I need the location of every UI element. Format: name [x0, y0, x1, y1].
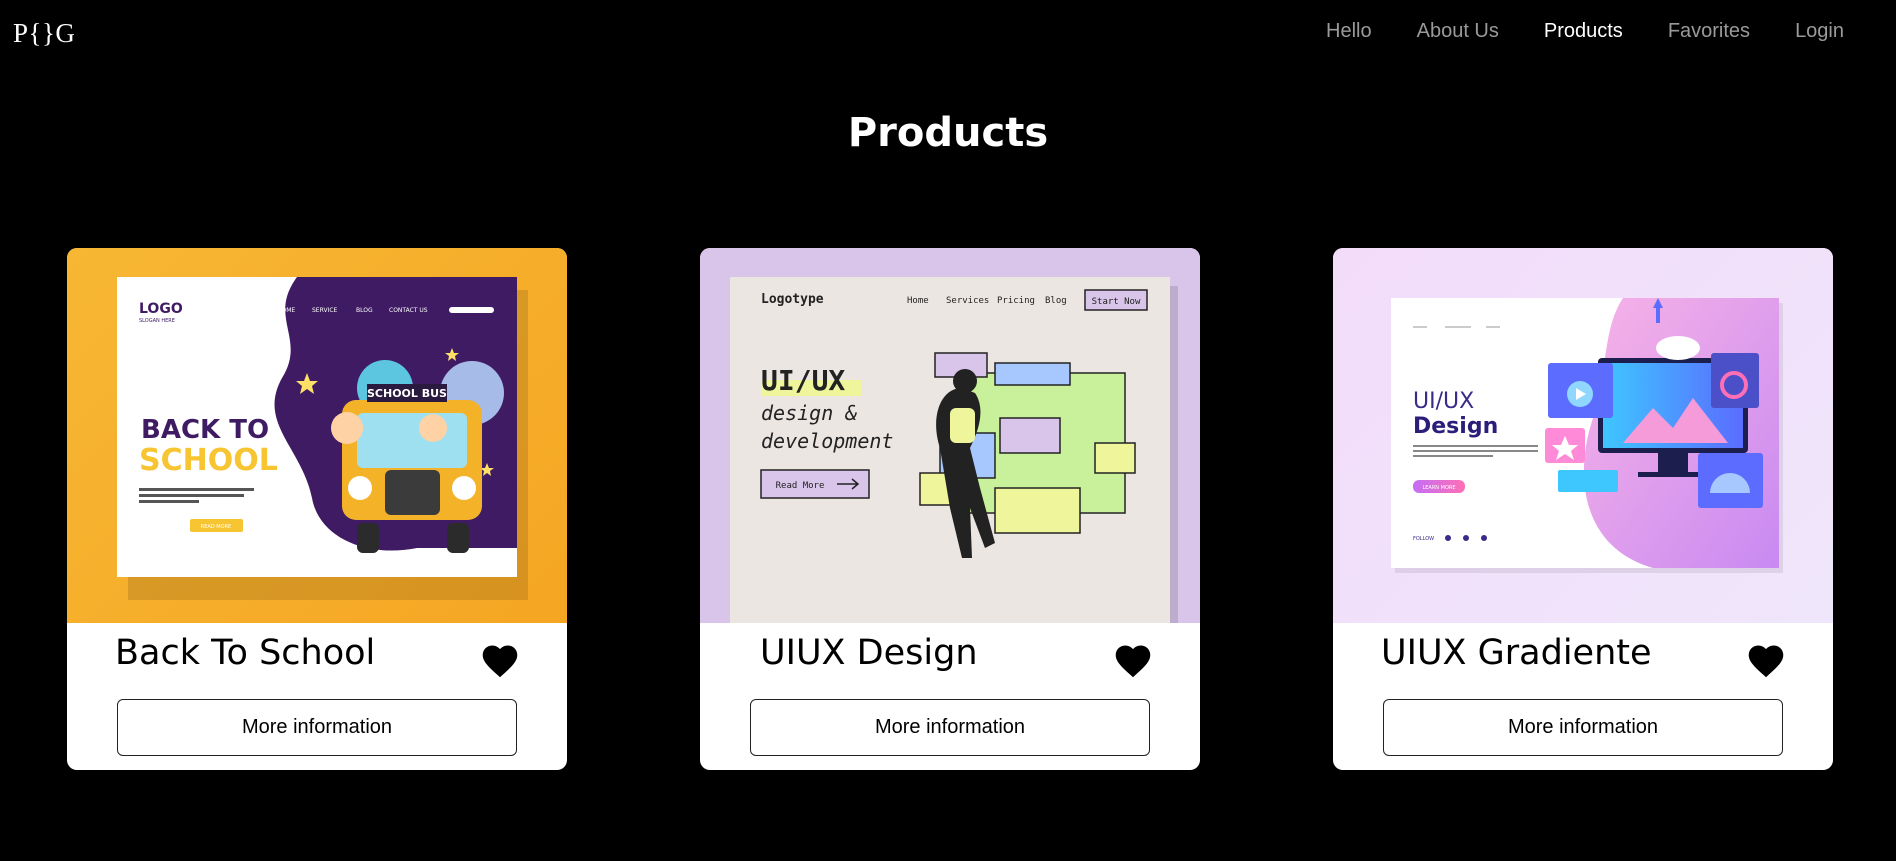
mock-logotype: Logotype [761, 292, 824, 307]
mock-menu-services: Services [946, 296, 989, 306]
mock-read-more: Read More [776, 481, 825, 491]
page-title: Products [847, 110, 1049, 156]
mock-menu-contact: CONTACT US [389, 307, 428, 314]
product-title: UIUX Gradiente [1381, 633, 1652, 673]
nav-products[interactable]: Products [1544, 20, 1623, 43]
product-title: Back To School [115, 633, 376, 673]
mock-menu-pricing: Pricing [997, 296, 1035, 306]
mock-learn-more: LEARN MORE [1422, 485, 1455, 491]
nav-hello[interactable]: Hello [1326, 20, 1372, 43]
heart-icon[interactable] [479, 641, 521, 679]
heart-icon[interactable] [1112, 641, 1154, 679]
mock-headline: UI/UX [761, 364, 845, 397]
uiux-gradiente-illustration: UI/UX Design LEARN MORE FOLLOW [1391, 298, 1783, 573]
nav-login[interactable]: Login [1795, 20, 1844, 43]
mock-menu-home: HOME [277, 307, 295, 314]
more-information-button[interactable]: More information [1383, 699, 1783, 756]
more-information-button[interactable]: More information [117, 699, 517, 756]
product-image-back-to-school: SCHOOL BUS LOGO SLOGAN HERE HOME SERVICE… [67, 248, 567, 623]
heart-icon[interactable] [1745, 641, 1787, 679]
product-card-uiux-gradiente: UI/UX Design LEARN MORE FOLLOW UIUX Grad… [1333, 248, 1833, 770]
mock-follow: FOLLOW [1413, 536, 1434, 542]
bus-sign: SCHOOL BUS [367, 387, 447, 400]
mock-headline-2: SCHOOL [139, 443, 278, 478]
mock-headline-2: Design [1413, 414, 1498, 439]
back-to-school-illustration: SCHOOL BUS LOGO SLOGAN HERE HOME SERVICE… [117, 277, 528, 600]
mock-menu-home: Home [907, 296, 929, 306]
uiux-design-illustration: Logotype Home Services Pricing Blog Star… [730, 277, 1178, 623]
mock-headline-1: BACK TO [141, 415, 269, 445]
more-information-button[interactable]: More information [750, 699, 1150, 756]
mock-logo: LOGO [139, 301, 183, 317]
main-nav: Hello About Us Products Favorites Login [1281, 0, 1896, 62]
nav-about-us[interactable]: About Us [1417, 20, 1499, 43]
mock-cta: READ MORE [201, 524, 231, 530]
mock-menu-service: SERVICE [312, 307, 338, 314]
mock-sub-1: design & [761, 401, 857, 425]
mock-sub-2: development [761, 429, 893, 453]
mock-menu-blog: Blog [1045, 296, 1067, 306]
product-card-back-to-school: SCHOOL BUS LOGO SLOGAN HERE HOME SERVICE… [67, 248, 567, 770]
mock-headline-1: UI/UX [1413, 389, 1474, 414]
product-title: UIUX Design [760, 633, 978, 673]
product-image-uiux-gradiente: UI/UX Design LEARN MORE FOLLOW [1333, 248, 1833, 623]
mock-tagline: SLOGAN HERE [139, 318, 175, 324]
mock-menu-blog: BLOG [356, 307, 373, 314]
nav-favorites[interactable]: Favorites [1668, 20, 1750, 43]
mock-start-now: Start Now [1092, 297, 1141, 307]
product-image-uiux-design: Logotype Home Services Pricing Blog Star… [700, 248, 1200, 623]
product-card-uiux-design: Logotype Home Services Pricing Blog Star… [700, 248, 1200, 770]
brand-logo[interactable]: P{}G [13, 18, 75, 49]
